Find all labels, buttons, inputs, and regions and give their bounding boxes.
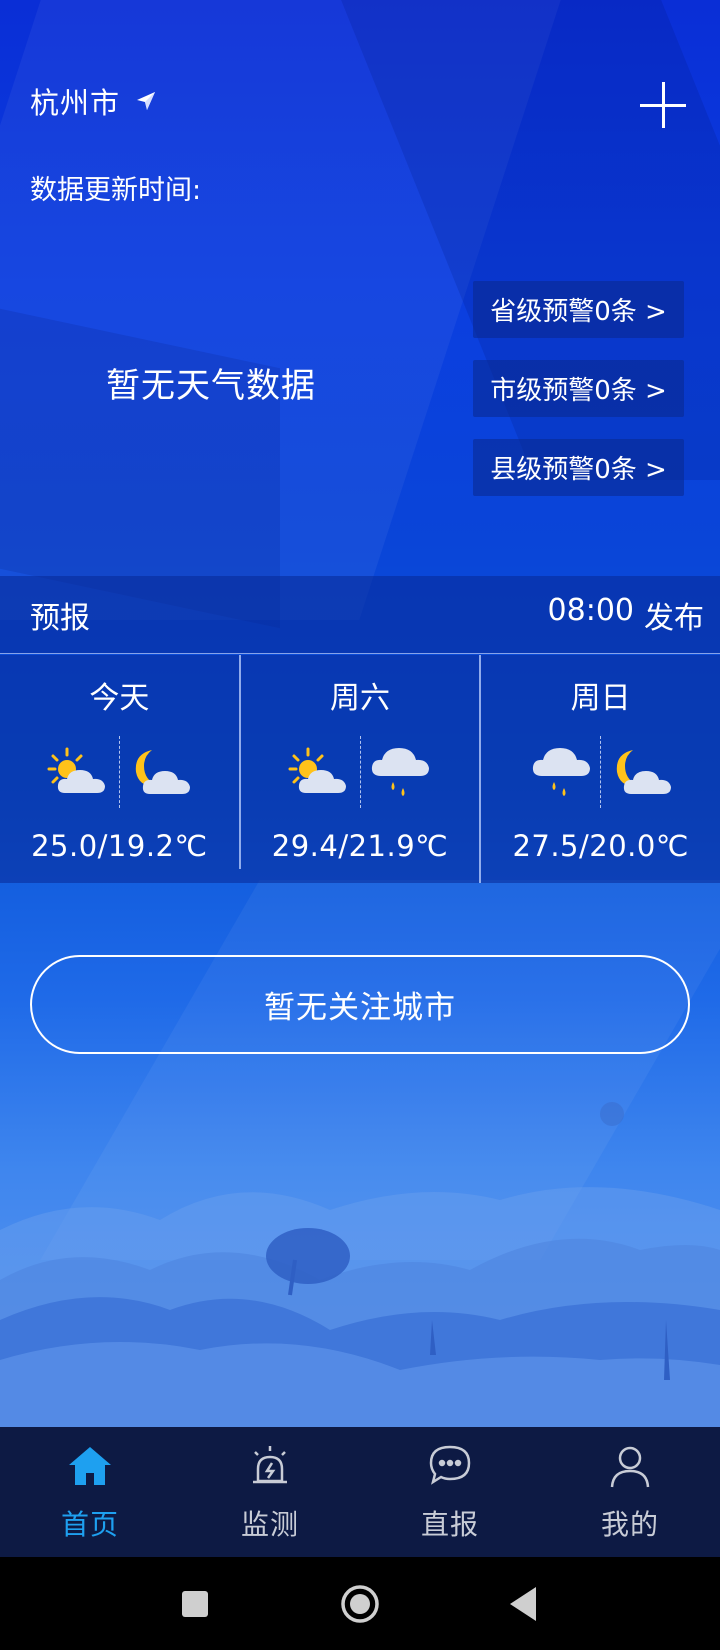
forecast-day[interactable]: 周日 27.5/20.0℃ — [479, 655, 720, 883]
sun-cloud-icon — [286, 737, 356, 807]
day-name: 今天 — [89, 681, 150, 716]
icon-divider — [600, 736, 602, 808]
followed-cities-button[interactable]: 暂无关注城市 — [30, 955, 690, 1054]
day-temperature: 27.5/20.0℃ — [512, 829, 689, 863]
moon-cloud-icon — [605, 737, 675, 807]
tab-home[interactable]: 首页 — [0, 1427, 180, 1557]
city-name: 杭州市 — [30, 86, 121, 120]
forecast-publish-time: 08:00 发布 — [548, 593, 704, 637]
no-weather-data-text: 暂无天气数据 — [106, 366, 316, 406]
day-name: 周六 — [330, 681, 390, 716]
icon-divider — [359, 736, 361, 808]
update-time-label: 数据更新时间: — [30, 175, 202, 206]
recent-apps-icon[interactable] — [168, 1577, 222, 1631]
system-navigation-bar — [0, 1557, 720, 1650]
forecast-day[interactable]: 今天 25.0/19.2℃ — [0, 655, 239, 883]
tab-label: 监测 — [240, 1508, 299, 1541]
user-icon — [610, 1446, 650, 1488]
forecast-day[interactable]: 周六 29.4/21.9℃ — [238, 655, 480, 869]
tab-profile[interactable]: 我的 — [540, 1427, 720, 1557]
sun-cloud-icon — [45, 737, 115, 807]
province-warning-button[interactable]: 省级预警0条 > — [473, 281, 684, 338]
bottom-tab-bar: 首页 监测 直报 我的 — [0, 1427, 720, 1557]
county-warning-button[interactable]: 县级预警0条 > — [473, 439, 684, 496]
add-city-button[interactable] — [640, 82, 686, 128]
day-name: 周日 — [570, 681, 631, 716]
tab-label: 首页 — [60, 1508, 119, 1541]
city-warning-button[interactable]: 市级预警0条 > — [473, 360, 684, 417]
rain-cloud-icon — [365, 737, 435, 807]
city-selector[interactable]: 杭州市 — [30, 80, 158, 122]
moon-cloud-icon — [124, 737, 194, 807]
update-time: 数据更新时间: — [30, 168, 201, 207]
publish-time-value: 08:00 — [547, 592, 634, 628]
main-screen: 杭州市 数据更新时间: 暂无天气数据 省级预警0条 > 市级预警0条 > 县级预… — [0, 0, 720, 1427]
day-temperature: 25.0/19.2℃ — [31, 829, 208, 863]
day-temperature: 29.4/21.9℃ — [271, 829, 449, 863]
forecast-header: 预报 08:00 发布 — [0, 576, 720, 654]
icon-divider — [118, 736, 120, 808]
home-icon — [69, 1447, 111, 1485]
tab-label: 我的 — [600, 1508, 659, 1541]
forecast-title: 预报 — [30, 600, 90, 636]
back-triangle-icon[interactable] — [498, 1577, 552, 1631]
chat-icon — [429, 1445, 471, 1485]
tab-monitor[interactable]: 监测 — [180, 1427, 360, 1557]
publish-time-label: 发布 — [644, 600, 704, 636]
tab-report[interactable]: 直报 — [360, 1427, 540, 1557]
mountain-landscape-illustration — [0, 1102, 720, 1427]
location-arrow-icon — [137, 92, 156, 110]
home-circle-icon[interactable] — [333, 1577, 387, 1631]
tab-label: 直报 — [420, 1508, 479, 1541]
forecast-days: 今天 25.0/19.2℃ 周六 29.4/21.9℃ 周日 27.5/20.0… — [0, 655, 720, 883]
alarm-icon — [253, 1446, 287, 1484]
rain-cloud-icon — [526, 737, 596, 807]
